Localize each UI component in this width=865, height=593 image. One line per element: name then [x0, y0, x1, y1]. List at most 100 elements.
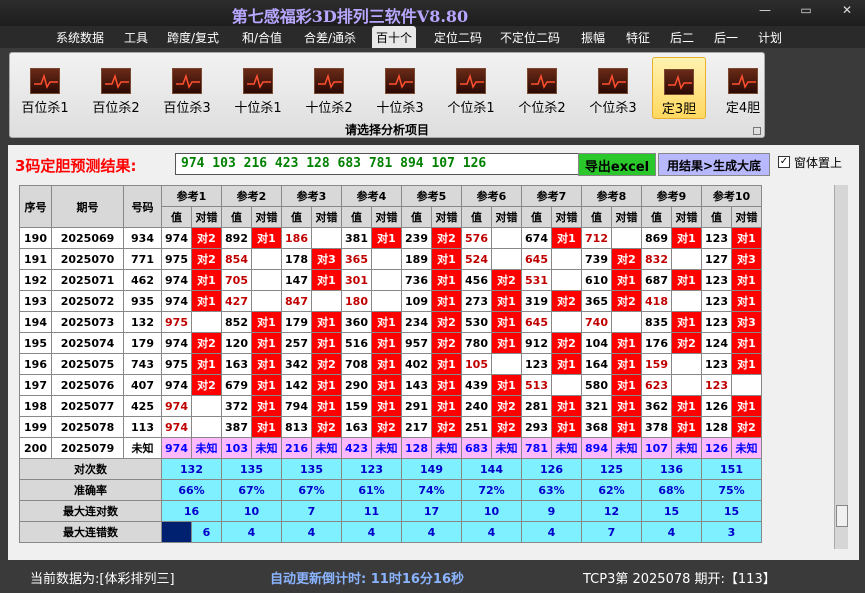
- row-issue: 2025069: [51, 227, 124, 249]
- menu-item-feature[interactable]: 特征: [626, 29, 650, 46]
- ribbon-button-4[interactable]: 十位杀1: [225, 57, 291, 119]
- ref-result: 对1: [311, 332, 342, 354]
- chart-icon: [598, 68, 628, 94]
- ref-value: 240: [461, 395, 492, 417]
- ref-value: 423: [341, 437, 372, 459]
- stats-value: 66%: [161, 479, 222, 501]
- subheader-result: 对错: [491, 206, 522, 228]
- stats-row: 对次数 132 135 135 123 149 144 126 125 136 151: [19, 458, 762, 480]
- ribbon-button-2[interactable]: 百位杀2: [83, 57, 149, 119]
- ref-value: 319: [521, 290, 552, 312]
- ref-result: [551, 311, 582, 333]
- ribbon-button-9[interactable]: 个位杀3: [580, 57, 646, 119]
- ref-value: 780: [461, 332, 492, 354]
- stats-label: 最大连对数: [19, 500, 162, 522]
- table-row[interactable]: 195 2025074 179 974 对2 120 对1 257 对1 516 对1 957 对2 78…: [19, 332, 762, 354]
- menu-item-span[interactable]: 跨度/复式: [167, 29, 219, 46]
- chart-icon: [664, 69, 694, 95]
- ref-value: 128: [701, 416, 732, 438]
- scrollbar-thumb[interactable]: [836, 505, 848, 527]
- ref-result: 对1: [251, 227, 282, 249]
- ribbon-button-1[interactable]: 百位杀1: [12, 57, 78, 119]
- ref-result: 对1: [551, 395, 582, 417]
- menu-item-diff[interactable]: 合差/通杀: [304, 29, 356, 46]
- ribbon-button-label: 十位杀1: [234, 101, 282, 116]
- ref-value: 679: [221, 374, 252, 396]
- ref-result: 对1: [251, 416, 282, 438]
- menu-item-sum[interactable]: 和/合值: [242, 29, 282, 46]
- topmost-checkbox[interactable]: ✓: [778, 156, 790, 168]
- ribbon-button-5[interactable]: 十位杀2: [296, 57, 362, 119]
- ribbon-button-10[interactable]: 定3胆: [652, 57, 706, 119]
- ref-value: 456: [461, 269, 492, 291]
- prediction-result-field[interactable]: 974 103 216 423 128 683 781 894 107 126: [175, 153, 585, 175]
- ref-result: 对1: [191, 290, 222, 312]
- menu-item-pos-two[interactable]: 定位二码: [434, 29, 482, 46]
- generate-base-button[interactable]: 用结果>生成大底: [658, 153, 770, 176]
- close-icon[interactable]: ✕: [834, 3, 860, 17]
- table-row[interactable]: 192 2025071 462 974 对1 705 147 对1 301 736 对1 456 对2 5…: [19, 269, 762, 291]
- ribbon-expand-icon[interactable]: [753, 127, 761, 135]
- column-header-ref: 参考6: [461, 185, 522, 207]
- menu-item-system-data[interactable]: 系统数据: [56, 29, 104, 46]
- subheader-result: 对错: [251, 206, 282, 228]
- menu-item-amplitude[interactable]: 振幅: [581, 29, 605, 46]
- ribbon-button-7[interactable]: 个位杀1: [438, 57, 504, 119]
- row-issue: 2025070: [51, 248, 124, 270]
- ref-result: 对2: [671, 332, 702, 354]
- vertical-scrollbar[interactable]: [834, 185, 848, 549]
- menu-item-plan[interactable]: 计划: [758, 29, 782, 46]
- row-number: 462: [123, 269, 162, 291]
- menu-item-last-two[interactable]: 后二: [670, 29, 694, 46]
- table-row[interactable]: 194 2025073 132 975 852 对1 179 对1 360 对1 234 对2 530 对…: [19, 311, 762, 333]
- ref-result: 对1: [431, 269, 462, 291]
- ref-value: 124: [701, 332, 732, 354]
- subheader-value: 值: [161, 206, 192, 228]
- stats-value: 75%: [701, 479, 762, 501]
- ref-value: 712: [581, 227, 612, 249]
- ref-value: 576: [461, 227, 492, 249]
- ref-value: 291: [401, 395, 432, 417]
- ref-value: 123: [701, 353, 732, 375]
- row-issue: 2025079: [51, 437, 124, 459]
- chart-icon: [101, 68, 131, 94]
- menu-item-tools[interactable]: 工具: [124, 29, 148, 46]
- ref-value: 281: [521, 395, 552, 417]
- chart-icon: [243, 68, 273, 94]
- ribbon-button-3[interactable]: 百位杀3: [154, 57, 220, 119]
- table-row[interactable]: 190 2025069 934 974 对2 892 对1 186 381 对1 239 对2 576 6…: [19, 227, 762, 249]
- stats-value: 61%: [341, 479, 402, 501]
- menu-item-nonpos-two[interactable]: 不定位二码: [500, 29, 560, 46]
- status-draw-result: TCP3第 2025078 期开:【113】: [583, 572, 776, 587]
- table-row[interactable]: 197 2025076 407 974 对2 679 对1 142 对1 290 对1 143 对1 43…: [19, 374, 762, 396]
- subheader-result: 对错: [191, 206, 222, 228]
- ref-result: 对1: [551, 353, 582, 375]
- ribbon-button-label: 个位杀2: [518, 101, 566, 116]
- menu-item-position[interactable]: 百十个: [372, 26, 417, 48]
- table-row[interactable]: 191 2025070 771 975 对2 854 178 对3 365 189 对1 524 645…: [19, 248, 762, 270]
- ref-result: 对1: [311, 269, 342, 291]
- stats-value: 135: [281, 458, 342, 480]
- ref-result: 对1: [251, 332, 282, 354]
- result-grid: 序号 期号 号码 参考1 参考2 参考3 参考4 参考5 参考6 参考7 参考8 参考9 参考10 值对错…: [19, 185, 762, 543]
- stats-value: 144: [461, 458, 522, 480]
- ref-result: 对2: [191, 374, 222, 396]
- ref-value: 974: [161, 416, 192, 438]
- table-row[interactable]: 199 2025078 113 974 387 对1 813 对2 163 对2 217 对2 251 对…: [19, 416, 762, 438]
- export-excel-button[interactable]: 导出excel: [578, 153, 656, 176]
- table-row[interactable]: 198 2025077 425 974 372 对1 794 对1 159 对1 291 对1 240 对…: [19, 395, 762, 417]
- ribbon-button-6[interactable]: 十位杀3: [367, 57, 433, 119]
- ref-result: 对1: [671, 269, 702, 291]
- ref-value: 974: [161, 227, 192, 249]
- table-row[interactable]: 196 2025075 743 975 对1 163 对1 342 对2 708 对1 402 对1 10…: [19, 353, 762, 375]
- menu-item-last-one[interactable]: 后一: [714, 29, 738, 46]
- ref-value: 645: [521, 311, 552, 333]
- minimize-icon[interactable]: —: [752, 3, 778, 17]
- subheader-value: 值: [341, 206, 372, 228]
- ribbon-button-11[interactable]: 定4胆: [716, 57, 770, 119]
- stats-value: 4: [461, 521, 522, 543]
- maximize-icon[interactable]: ▭: [793, 3, 819, 17]
- ribbon-button-8[interactable]: 个位杀2: [509, 57, 575, 119]
- table-row[interactable]: 193 2025072 935 974 对1 427 847 180 109 对1 273 对1 319…: [19, 290, 762, 312]
- ref-value: 739: [581, 248, 612, 270]
